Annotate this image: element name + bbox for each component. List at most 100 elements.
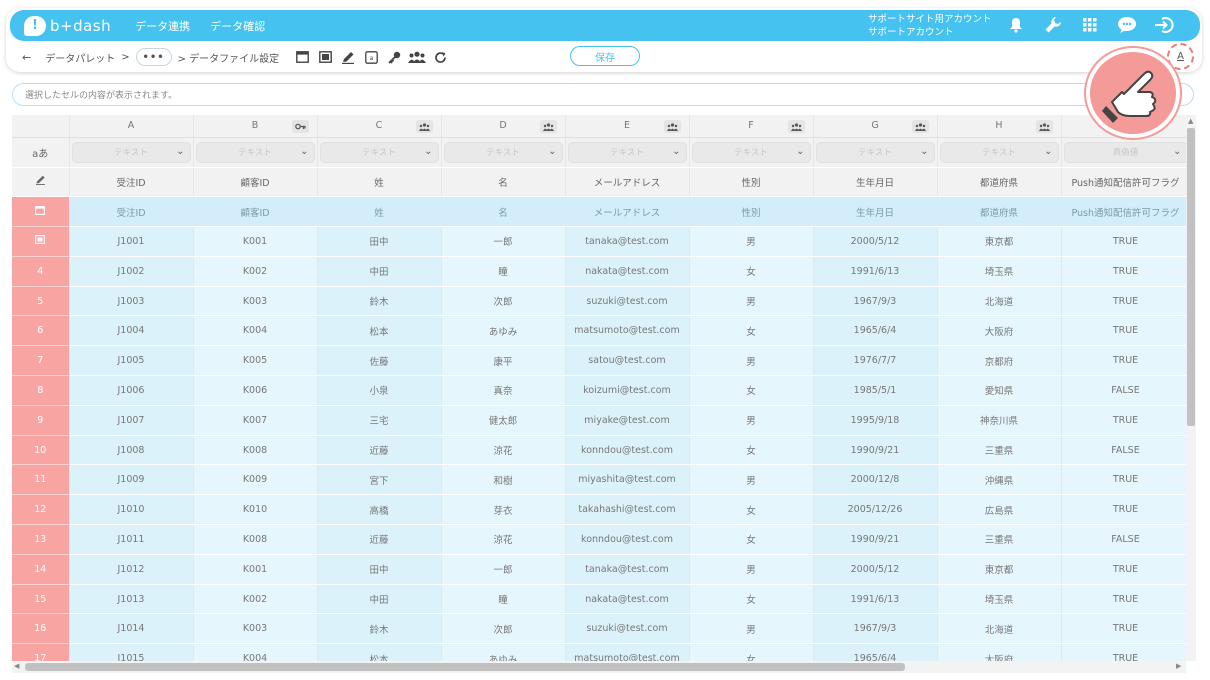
table-cell[interactable]: K004 [193, 315, 318, 347]
table-cell[interactable]: K001 [193, 226, 318, 257]
scroll-left-arrow[interactable]: ◀ [14, 662, 19, 670]
table-cell[interactable]: 瞳 [441, 256, 566, 287]
group-icon[interactable] [911, 120, 929, 133]
nav-data-check[interactable]: データ確認 [210, 18, 265, 34]
horizontal-scroll-thumb[interactable] [25, 663, 905, 671]
label-cell[interactable]: 性別 [689, 196, 814, 228]
table-cell[interactable]: J1003 [69, 286, 194, 317]
table-cell[interactable]: 埼玉県 [937, 584, 1062, 615]
table-cell[interactable]: 女 [689, 256, 814, 287]
table-cell[interactable]: 涼花 [441, 524, 566, 555]
table-cell[interactable]: 男 [689, 613, 814, 645]
wrench-icon[interactable] [1043, 14, 1063, 36]
table-cell[interactable]: K001 [193, 554, 318, 585]
table-cell[interactable]: 愛知県 [937, 375, 1062, 406]
vertical-scroll-thumb[interactable] [1187, 128, 1195, 426]
row-header[interactable]: 4 [12, 256, 70, 287]
table-cell[interactable]: J1008 [69, 435, 194, 466]
table-cell[interactable]: 次郎 [441, 286, 566, 317]
table-cell[interactable]: TRUE [1061, 643, 1186, 661]
chat-bubble-icon[interactable] [1117, 14, 1137, 36]
type-select[interactable]: テキスト ⌄ [319, 141, 439, 163]
table-cell[interactable]: 男 [689, 554, 814, 585]
table-cell[interactable]: 1985/5/1 [813, 375, 938, 406]
column-header-a[interactable]: A [69, 115, 194, 138]
column-header-g[interactable]: G [813, 115, 938, 138]
table-cell[interactable]: matsumoto@test.com [565, 643, 690, 661]
table-cell[interactable]: 1967/9/3 [813, 613, 938, 645]
row-header[interactable]: 7 [12, 345, 70, 377]
row-header[interactable]: 15 [12, 584, 70, 615]
breadcrumb-root[interactable]: データパレット [45, 50, 115, 65]
column-header-b[interactable]: B [193, 115, 318, 138]
table-cell[interactable]: TRUE [1061, 315, 1186, 347]
table-cell[interactable]: 1995/9/18 [813, 405, 938, 436]
table-cell[interactable]: J1006 [69, 375, 194, 406]
table-cell[interactable]: tanaka@test.com [565, 226, 690, 257]
table-cell[interactable]: K004 [193, 643, 318, 661]
row-header[interactable]: 13 [12, 524, 70, 555]
table-cell[interactable]: 一郎 [441, 226, 566, 257]
table-cell[interactable]: 1991/6/13 [813, 584, 938, 615]
table-cell[interactable]: 鈴木 [317, 613, 442, 645]
table-cell[interactable]: 康平 [441, 345, 566, 377]
table-cell[interactable]: miyake@test.com [565, 405, 690, 436]
table-cell[interactable]: 涼花 [441, 435, 566, 466]
table-cell[interactable]: J1005 [69, 345, 194, 377]
table-cell[interactable]: konndou@test.com [565, 435, 690, 466]
table-cell[interactable]: TRUE [1061, 464, 1186, 496]
table-cell[interactable]: FALSE [1061, 375, 1186, 406]
row-header[interactable]: 5 [12, 286, 70, 317]
table-cell[interactable]: 男 [689, 464, 814, 496]
row-header[interactable]: 6 [12, 315, 70, 347]
column-name-cell[interactable]: 姓 [317, 167, 442, 198]
type-select[interactable]: テキスト ⌄ [195, 141, 315, 163]
table-cell[interactable]: J1015 [69, 643, 194, 661]
table-cell[interactable]: TRUE [1061, 256, 1186, 287]
table-cell[interactable]: J1007 [69, 405, 194, 436]
table-cell[interactable]: 1990/9/21 [813, 524, 938, 555]
table-cell[interactable]: FALSE [1061, 524, 1186, 555]
table-cell[interactable]: TRUE [1061, 584, 1186, 615]
table-cell[interactable]: 女 [689, 435, 814, 466]
table-cell[interactable]: J1014 [69, 613, 194, 645]
breadcrumb-more-button[interactable]: ••• [135, 48, 172, 66]
table-cell[interactable]: 松本 [317, 315, 442, 347]
table-cell[interactable]: K002 [193, 256, 318, 287]
table-cell[interactable]: 1990/9/21 [813, 435, 938, 466]
key-icon[interactable] [291, 120, 309, 133]
group-icon[interactable] [539, 120, 557, 133]
table-cell[interactable]: 1965/6/4 [813, 643, 938, 661]
row-header[interactable] [12, 226, 70, 257]
row-header[interactable]: 16 [12, 613, 70, 645]
table-cell[interactable]: 京都府 [937, 345, 1062, 377]
window-icon[interactable] [293, 48, 311, 66]
text-box-icon[interactable]: a [362, 48, 380, 66]
edit-row-header[interactable] [12, 167, 70, 198]
table-cell[interactable]: TRUE [1061, 345, 1186, 377]
table-cell[interactable]: suzuki@test.com [565, 613, 690, 645]
type-select[interactable]: テキスト ⌄ [71, 141, 191, 163]
table-cell[interactable]: 女 [689, 524, 814, 555]
column-name-cell[interactable]: 生年月日 [813, 167, 938, 198]
table-cell[interactable]: J1012 [69, 554, 194, 585]
table-cell[interactable]: 高橋 [317, 494, 442, 526]
table-cell[interactable]: 近藤 [317, 435, 442, 466]
table-cell[interactable]: nakata@test.com [565, 256, 690, 287]
table-cell[interactable]: 宮下 [317, 464, 442, 496]
key-icon[interactable] [385, 48, 403, 66]
column-header-d[interactable]: D [441, 115, 566, 138]
column-header-h[interactable]: H [937, 115, 1062, 138]
table-cell[interactable]: 三重県 [937, 435, 1062, 466]
corner-cell[interactable] [12, 115, 70, 138]
row-header[interactable]: 10 [12, 435, 70, 466]
table-cell[interactable]: koizumi@test.com [565, 375, 690, 406]
table-cell[interactable]: J1002 [69, 256, 194, 287]
table-cell[interactable]: 近藤 [317, 524, 442, 555]
layout-icon[interactable] [316, 48, 334, 66]
table-cell[interactable]: K003 [193, 613, 318, 645]
table-cell[interactable]: 鈴木 [317, 286, 442, 317]
save-button[interactable]: 保存 [570, 46, 640, 66]
table-cell[interactable]: J1001 [69, 226, 194, 257]
cell-content-bar[interactable]: 選択したセルの内容が表示されます。 [12, 83, 1194, 106]
